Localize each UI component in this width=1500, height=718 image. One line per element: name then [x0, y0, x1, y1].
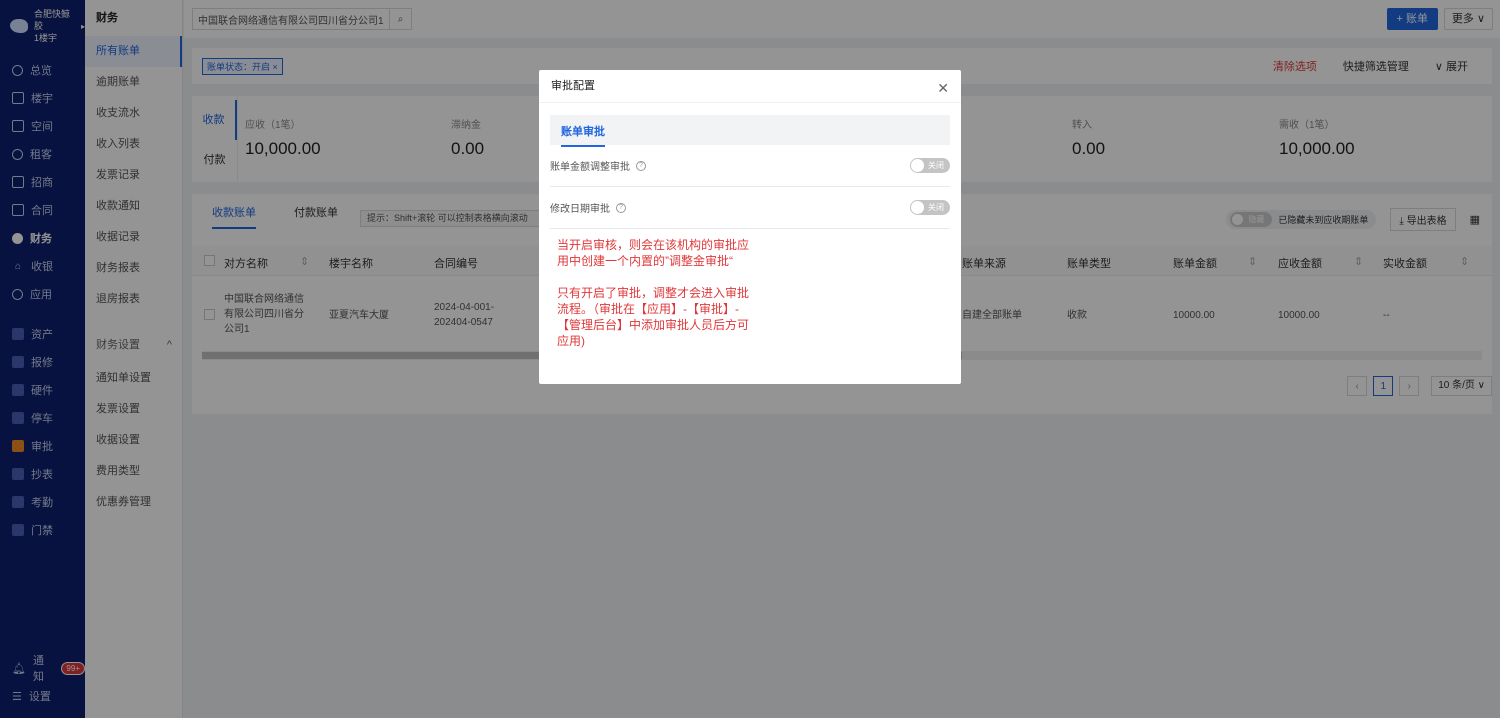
- setting-amount-approval: 账单金额调整审批 ? 关闭: [550, 145, 950, 187]
- setting-date-approval: 修改日期审批 ? 关闭: [550, 187, 950, 229]
- amount-approval-toggle[interactable]: 关闭: [910, 158, 950, 173]
- annotation-note: 当开启审核，则会在该机构的审批应用中创建一个内置的”调整金审批“ 只有开启了审批…: [557, 237, 753, 365]
- help-icon[interactable]: ?: [636, 160, 646, 171]
- modal-title: 审批配置: [539, 70, 961, 103]
- note-paragraph-2: 只有开启了审批，调整才会进入审批流程。（审批在【应用】-【审批】-【管理后台】中…: [557, 286, 750, 348]
- tab-bill-approval[interactable]: 账单审批: [561, 123, 605, 147]
- date-approval-toggle[interactable]: 关闭: [910, 200, 950, 215]
- approval-config-modal: 审批配置 ✕ 账单审批 账单金额调整审批 ? 关闭 修改日期审批 ? 关闭 当开…: [539, 70, 961, 384]
- close-icon[interactable]: ✕: [937, 81, 949, 95]
- modal-tab-bar: 账单审批: [550, 115, 950, 147]
- help-icon[interactable]: ?: [616, 202, 626, 213]
- note-paragraph-1: 当开启审核，则会在该机构的审批应用中创建一个内置的”调整金审批“: [557, 238, 750, 268]
